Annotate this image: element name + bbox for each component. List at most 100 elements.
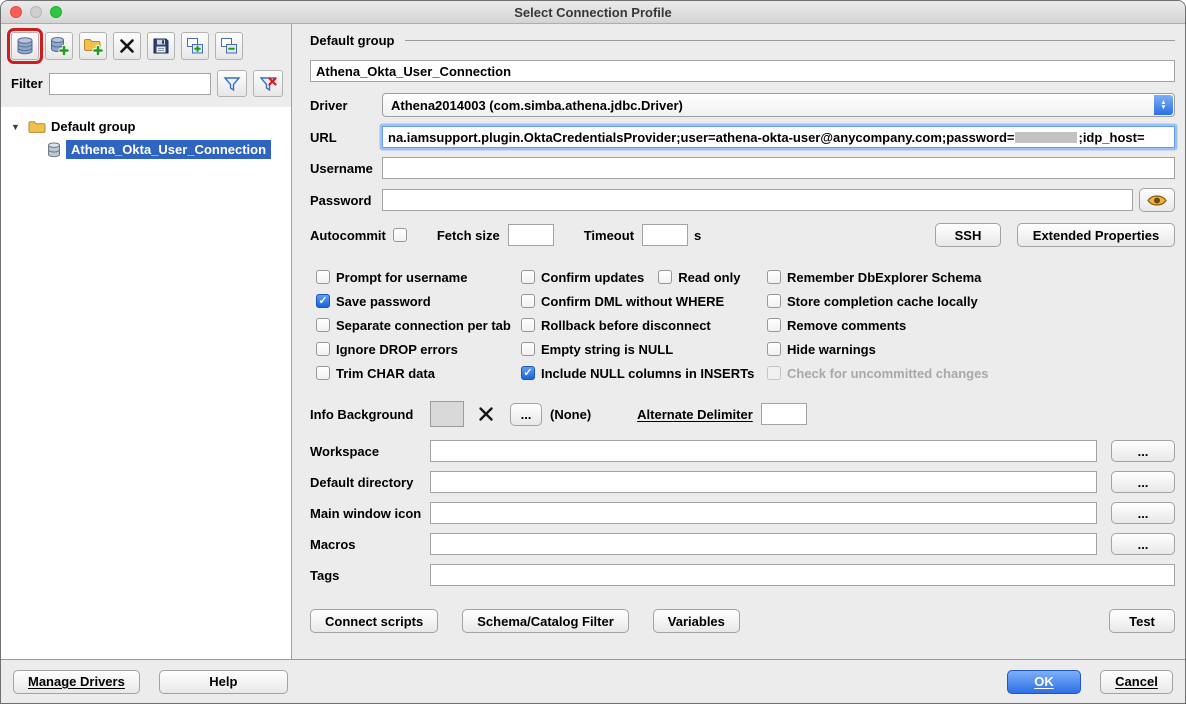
info-background-label: Info Background (310, 407, 430, 422)
minimize-window-button[interactable] (30, 6, 42, 18)
checkbox-label: Empty string is NULL (541, 342, 673, 357)
checkbox-label: Remove comments (787, 318, 906, 333)
main-window-icon-label: Main window icon (310, 506, 430, 521)
checkbox-label: Separate connection per tab (336, 318, 511, 333)
checkbox-hide-warnings[interactable]: Hide warnings (767, 337, 1175, 361)
checkbox-label: Include NULL columns in INSERTs (541, 366, 754, 381)
checkbox-box (316, 366, 330, 380)
default-directory-input[interactable] (430, 471, 1097, 493)
expand-tree-button[interactable] (181, 32, 209, 60)
driver-label: Driver (310, 98, 382, 113)
checkbox-remove-comments[interactable]: Remove comments (767, 313, 1175, 337)
info-background-value: (None) (550, 407, 591, 422)
workspace-label: Workspace (310, 444, 430, 459)
tree-item-connection[interactable]: Athena_Okta_User_Connection (1, 138, 291, 161)
browse-workspace-button[interactable]: ... (1111, 440, 1175, 462)
checkbox-label: Hide warnings (787, 342, 876, 357)
info-background-row: Info Background ... (None) Alternate Del… (310, 401, 1175, 427)
profile-editor-panel: Default group Driver Athena2014003 (com.… (292, 24, 1185, 659)
checkbox-prompt-for-username[interactable]: Prompt for username (316, 265, 521, 289)
zoom-window-button[interactable] (50, 6, 62, 18)
disclosure-triangle-icon[interactable]: ▼ (11, 122, 23, 132)
new-profile-button[interactable] (11, 32, 39, 60)
checkbox-save-password[interactable]: Save password (316, 289, 521, 313)
filter-input[interactable] (49, 73, 211, 95)
schema-catalog-filter-button[interactable]: Schema/Catalog Filter (462, 609, 629, 633)
extended-properties-button[interactable]: Extended Properties (1017, 223, 1175, 247)
window-title: Select Connection Profile (514, 5, 671, 20)
ssh-button[interactable]: SSH (935, 223, 1001, 247)
url-text-suffix: ;idp_host= (1078, 130, 1144, 145)
autocommit-checkbox[interactable] (393, 228, 407, 242)
connect-scripts-button[interactable]: Connect scripts (310, 609, 438, 633)
checkbox-remember-dbexplorer-schema[interactable]: Remember DbExplorer Schema (767, 265, 1175, 289)
browse-main-window-icon-button[interactable]: ... (1111, 502, 1175, 524)
fetch-size-input[interactable] (508, 224, 554, 246)
main-window-icon-row: Main window icon ... (310, 502, 1175, 524)
checkbox-box (767, 294, 781, 308)
macros-input[interactable] (430, 533, 1097, 555)
password-row: Password (310, 188, 1175, 212)
new-group-button[interactable] (79, 32, 107, 60)
test-button[interactable]: Test (1109, 609, 1175, 633)
collapse-tree-button[interactable] (215, 32, 243, 60)
alternate-delimiter-input[interactable] (761, 403, 807, 425)
pick-info-background-button[interactable]: ... (510, 403, 542, 426)
timeout-input[interactable] (642, 224, 688, 246)
password-input[interactable] (382, 189, 1133, 211)
actions-row: Connect scripts Schema/Catalog Filter Va… (310, 609, 1175, 633)
copy-profile-button[interactable] (45, 32, 73, 60)
clear-filter-button[interactable] (253, 70, 283, 97)
browse-macros-button[interactable]: ... (1111, 533, 1175, 555)
macros-row: Macros ... (310, 533, 1175, 555)
clear-info-background-button[interactable] (470, 401, 502, 427)
checkbox-ignore-drop-errors[interactable]: Ignore DROP errors (316, 337, 521, 361)
profile-name-row (310, 60, 1175, 82)
apply-filter-button[interactable] (217, 70, 247, 97)
info-background-swatch[interactable] (430, 401, 464, 427)
checkbox-trim-char-data[interactable]: Trim CHAR data (316, 361, 521, 385)
main-window-icon-input[interactable] (430, 502, 1097, 524)
checkbox-read-only[interactable]: Read only (658, 265, 740, 289)
ok-button[interactable]: OK (1007, 670, 1081, 694)
cancel-button[interactable]: Cancel (1100, 670, 1173, 694)
checkbox-confirm-updates[interactable]: Confirm updates (521, 265, 644, 289)
checkbox-include-null-columns-in-inserts[interactable]: Include NULL columns in INSERTs (521, 361, 767, 385)
username-input[interactable] (382, 157, 1175, 179)
checkbox-box (767, 366, 781, 380)
timeout-label: Timeout (584, 228, 634, 243)
url-input[interactable]: na.iamsupport.plugin.OktaCredentialsProv… (382, 126, 1175, 148)
eye-icon (1147, 194, 1167, 207)
manage-drivers-button[interactable]: Manage Drivers (13, 670, 140, 694)
tree-group-default[interactable]: ▼ Default group (1, 115, 291, 138)
checkbox-label: Check for uncommitted changes (787, 366, 989, 381)
checkbox-store-completion-cache-locally[interactable]: Store completion cache locally (767, 289, 1175, 313)
tags-input[interactable] (430, 564, 1175, 586)
dialog-footer: Manage Drivers Help OK Cancel (1, 659, 1185, 703)
tags-label: Tags (310, 568, 430, 583)
filter-label: Filter (11, 76, 43, 91)
checkbox-box (521, 366, 535, 380)
checkbox-empty-string-is-null[interactable]: Empty string is NULL (521, 337, 767, 361)
tags-row: Tags (310, 564, 1175, 586)
workspace-input[interactable] (430, 440, 1097, 462)
checkbox-box (767, 270, 781, 284)
checkbox-rollback-before-disconnect[interactable]: Rollback before disconnect (521, 313, 767, 337)
profile-name-input[interactable] (310, 60, 1175, 82)
show-password-button[interactable] (1139, 188, 1175, 212)
save-floppy-icon (151, 36, 171, 56)
help-button[interactable]: Help (159, 670, 288, 694)
dropdown-arrows-icon: ▲▼ (1154, 95, 1173, 115)
checkbox-confirm-dml-without-where[interactable]: Confirm DML without WHERE (521, 289, 767, 313)
filter-row: Filter (1, 66, 291, 107)
save-profiles-button[interactable] (147, 32, 175, 60)
driver-select[interactable]: Athena2014003 (com.simba.athena.jdbc.Dri… (382, 93, 1175, 117)
password-label: Password (310, 193, 382, 208)
checkbox-label: Save password (336, 294, 431, 309)
variables-button[interactable]: Variables (653, 609, 740, 633)
delete-profile-button[interactable] (113, 32, 141, 60)
checkbox-box (316, 342, 330, 356)
checkbox-separate-connection-per-tab[interactable]: Separate connection per tab (316, 313, 521, 337)
browse-default-directory-button[interactable]: ... (1111, 471, 1175, 493)
close-window-button[interactable] (10, 6, 22, 18)
